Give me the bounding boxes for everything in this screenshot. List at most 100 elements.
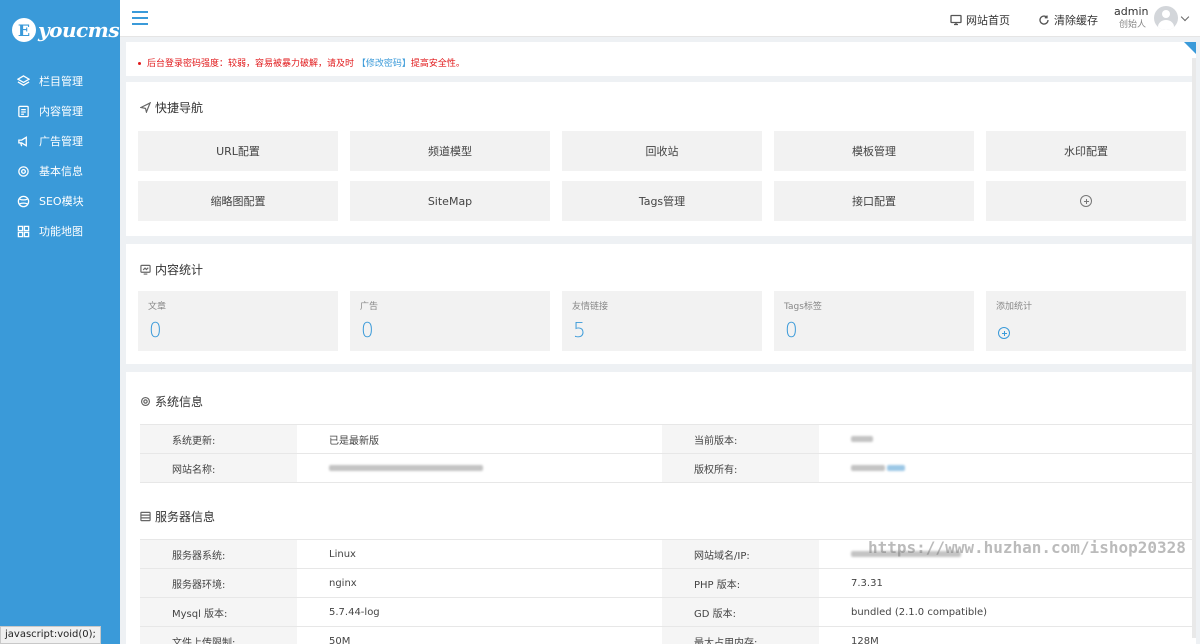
stat-card-ads[interactable]: 广告 0 [350, 291, 550, 351]
table-key: 网站域名/IP: [662, 539, 819, 569]
sidebar-item-label: 内容管理 [39, 105, 83, 118]
quick-nav-api-config[interactable]: 接口配置 [774, 181, 974, 221]
topbar: 网站首页 清除缓存 admin 创始人 [120, 0, 1200, 37]
megaphone-icon [16, 134, 30, 148]
layers-icon [16, 74, 30, 88]
quick-nav-title: 快捷导航 [155, 101, 204, 115]
send-icon [140, 102, 151, 113]
gear-icon [16, 164, 30, 178]
site-home-link[interactable]: 网站首页 [950, 12, 1010, 28]
clear-cache-label: 清除缓存 [1054, 14, 1098, 27]
system-info-table: 系统更新: 已是最新版 当前版本: 网站名称: 版权所有: [140, 424, 1196, 483]
plus-circle-icon [998, 327, 1010, 339]
user-role: 创始人 [1118, 20, 1146, 30]
refresh-icon [1039, 15, 1049, 25]
stat-label: 添加统计 [996, 302, 1033, 312]
quick-nav-url-config[interactable]: URL配置 [138, 131, 338, 171]
browser-status-bar: javascript:void(0); [0, 626, 101, 644]
content-stats-panel: 内容统计 文章 0 广告 0 友情链接 5 Tags标签 0 添加统计 [126, 244, 1196, 364]
quick-nav-recycle-bin[interactable]: 回收站 [562, 131, 762, 171]
password-alert: 后台登录密码强度：较弱，容易被暴力破解，请及时 【修改密码】提高安全性。 [126, 42, 1196, 76]
logo[interactable]: E youcms [0, 0, 120, 60]
sidebar-item-label: 广告管理 [39, 135, 83, 148]
panel-title: 系统信息 [140, 393, 203, 410]
clear-cache-link[interactable]: 清除缓存 [1038, 12, 1098, 28]
stat-value: 5 [573, 318, 586, 342]
quick-nav-panel: 快捷导航 URL配置 频道模型 回收站 模板管理 水印配置 缩略图配置 Site… [126, 82, 1196, 236]
quick-nav-tags-manage[interactable]: Tags管理 [562, 181, 762, 221]
table-value-redacted [819, 453, 1196, 483]
table-row: 网站名称: 版权所有: [140, 453, 1196, 483]
quick-nav-add-button[interactable] [986, 181, 1186, 221]
document-icon [16, 104, 30, 118]
sidebar-item-feature-map[interactable]: 功能地图 [0, 216, 120, 246]
table-value: bundled (2.1.0 compatible) [819, 597, 1196, 627]
panel-title: 快捷导航 [140, 99, 203, 116]
quick-nav-channel-model[interactable]: 频道模型 [350, 131, 550, 171]
table-key: 服务器环境: [140, 568, 297, 598]
sidebar-item-label: 基本信息 [39, 165, 83, 178]
avatar[interactable] [1154, 6, 1178, 30]
alert-text: 后台登录密码强度：较弱，容易被暴力破解，请及时 [147, 59, 355, 69]
table-key: Mysql 版本: [140, 597, 297, 627]
gear-icon [140, 396, 151, 407]
table-value: 128M [819, 626, 1196, 644]
quick-nav-watermark-config[interactable]: 水印配置 [986, 131, 1186, 171]
system-info-panel: 系统信息 系统更新: 已是最新版 当前版本: 网站名称: 版权所有: 服务器信息… [126, 372, 1196, 644]
table-key: 服务器系统: [140, 539, 297, 569]
table-key: PHP 版本: [662, 568, 819, 598]
table-key: GD 版本: [662, 597, 819, 627]
menu-toggle-icon[interactable] [132, 11, 148, 25]
stat-label: 广告 [360, 302, 379, 312]
quick-nav-thumbnail-config[interactable]: 缩略图配置 [138, 181, 338, 221]
quick-nav-sitemap[interactable]: SiteMap [350, 181, 550, 221]
sidebar-item-seo[interactable]: SEO模块 [0, 186, 120, 216]
table-key: 文件上传限制: [140, 626, 297, 644]
change-password-link[interactable]: 【修改密码】 [357, 59, 411, 69]
panel-title: 服务器信息 [140, 508, 215, 525]
monitor-icon [950, 14, 962, 26]
table-value: 7.3.31 [819, 568, 1196, 598]
monitor-chart-icon [140, 264, 151, 275]
chevron-down-icon[interactable] [1180, 12, 1190, 22]
sidebar-item-label: 功能地图 [39, 225, 83, 238]
server-info-title: 服务器信息 [155, 510, 216, 524]
table-key: 网站名称: [140, 453, 297, 483]
plus-circle-icon [1080, 195, 1092, 207]
sidebar-item-content[interactable]: 内容管理 [0, 96, 120, 126]
table-value: Linux [297, 539, 662, 569]
stat-value: 0 [149, 318, 162, 342]
table-value: 5.7.44-log [297, 597, 662, 627]
table-value: 50M [297, 626, 662, 644]
table-row: 系统更新: 已是最新版 当前版本: [140, 424, 1196, 454]
table-key: 版权所有: [662, 453, 819, 483]
stat-label: Tags标签 [784, 302, 822, 312]
table-value: nginx [297, 568, 662, 598]
logo-text: youcms [38, 18, 120, 42]
sidebar-item-columns[interactable]: 栏目管理 [0, 66, 120, 96]
quick-nav-template-manage[interactable]: 模板管理 [774, 131, 974, 171]
stat-value: 0 [361, 318, 374, 342]
stat-card-articles[interactable]: 文章 0 [138, 291, 338, 351]
stat-card-add[interactable]: 添加统计 [986, 291, 1186, 351]
panel-title: 内容统计 [140, 261, 203, 278]
stat-value: 0 [785, 318, 798, 342]
user-info[interactable]: admin 创始人 [1114, 5, 1149, 31]
sidebar: E youcms 栏目管理 内容管理 广告管理 基本信息 SEO模块 功能地图 [0, 0, 120, 644]
table-key: 当前版本: [662, 424, 819, 454]
table-value: 已是最新版 [297, 424, 662, 454]
table-row: 服务器环境: nginx PHP 版本: 7.3.31 [140, 568, 1196, 598]
stat-card-links[interactable]: 友情链接 5 [562, 291, 762, 351]
scrollbar[interactable] [1192, 58, 1196, 638]
table-key: 系统更新: [140, 424, 297, 454]
logo-badge: E [12, 18, 36, 42]
table-key: 最大占用内存: [662, 626, 819, 644]
site-home-label: 网站首页 [966, 14, 1010, 27]
stat-card-tags[interactable]: Tags标签 0 [774, 291, 974, 351]
sidebar-item-ads[interactable]: 广告管理 [0, 126, 120, 156]
table-row: 文件上传限制: 50M 最大占用内存: 128M [140, 626, 1196, 644]
corner-flag-icon [1184, 42, 1196, 54]
sidebar-item-basic-info[interactable]: 基本信息 [0, 156, 120, 186]
seo-icon [16, 194, 30, 208]
user-name: admin [1114, 5, 1149, 18]
